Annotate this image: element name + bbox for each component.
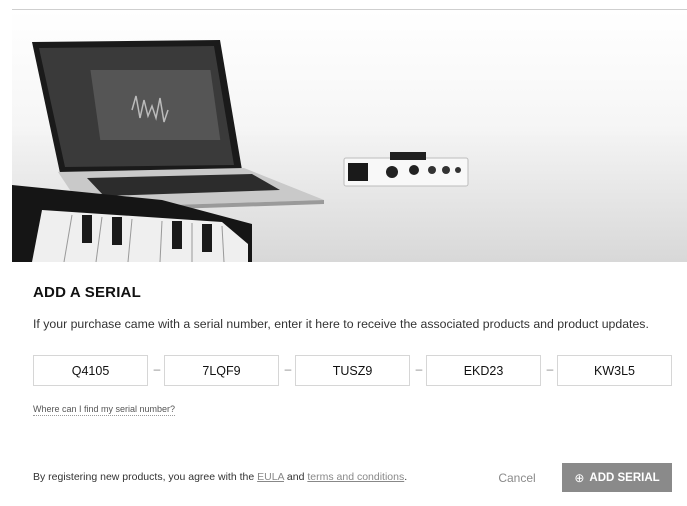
add-serial-button[interactable]: ⊕ ADD SERIAL (562, 463, 672, 492)
serial-segment-4[interactable] (426, 355, 541, 386)
serial-segment-5[interactable] (557, 355, 672, 386)
serial-segment-3[interactable] (295, 355, 410, 386)
cancel-button[interactable]: Cancel (488, 464, 546, 492)
terms-and: and (283, 471, 308, 483)
page-title: ADD A SERIAL (33, 284, 141, 301)
terms-notice: By registering new products, you agree w… (33, 471, 407, 483)
terms-link[interactable]: terms and conditions (307, 471, 404, 483)
serial-segment-1[interactable] (33, 355, 148, 386)
page-description: If your purchase came with a serial numb… (33, 317, 649, 331)
serial-input-group: – – – – (33, 355, 672, 386)
hero-image (12, 10, 687, 262)
serial-segment-2[interactable] (164, 355, 279, 386)
terms-suffix: . (404, 471, 408, 483)
serial-help-link[interactable]: Where can I find my serial number? (33, 403, 176, 416)
eula-link[interactable]: EULA (257, 471, 284, 483)
plus-circle-icon: ⊕ (574, 470, 585, 485)
terms-prefix: By registering new products, you agree w… (33, 471, 258, 483)
add-serial-label: ADD SERIAL (589, 471, 660, 484)
